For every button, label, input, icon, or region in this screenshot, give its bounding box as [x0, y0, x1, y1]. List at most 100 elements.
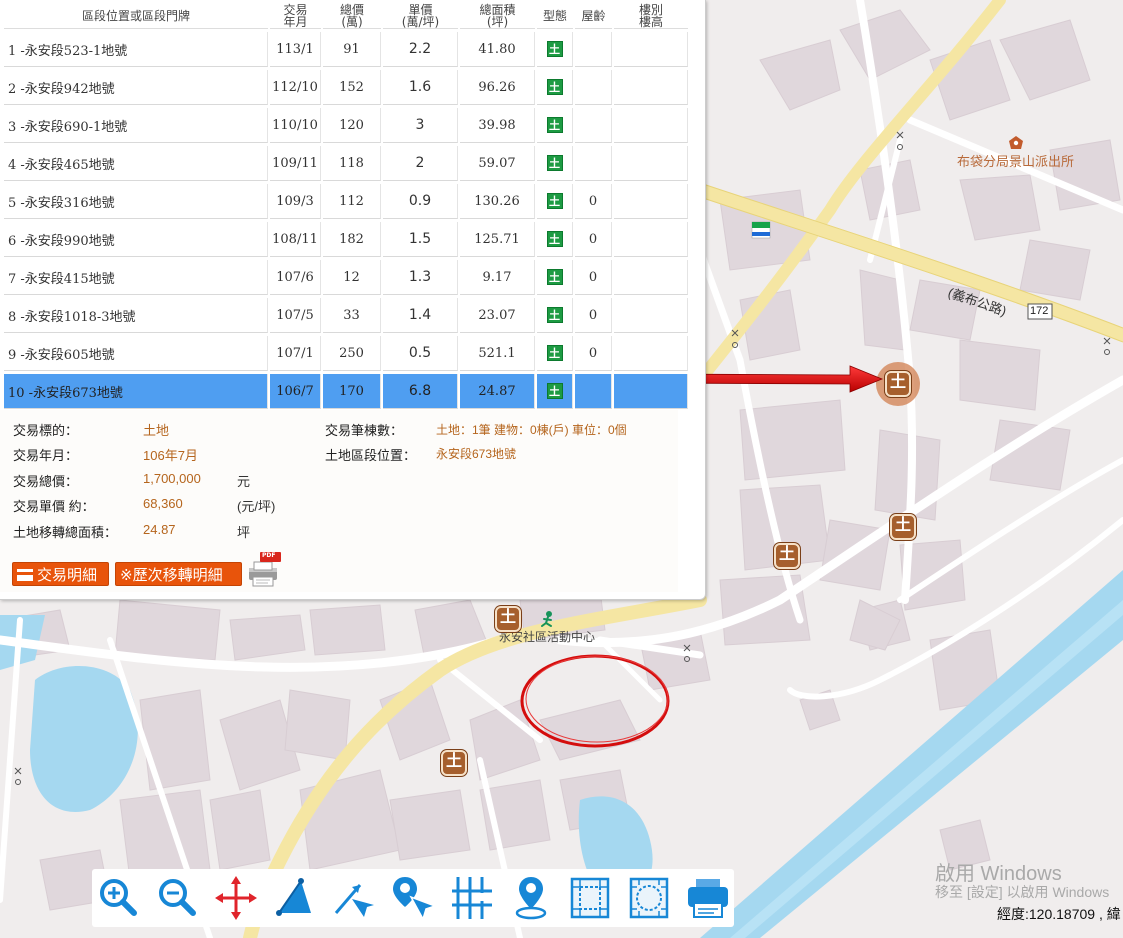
transaction-panel: 區段位置或區段門牌 交易 年月 總價 (萬) 單價 (萬/坪) 總面積 (坪) 型態 屋…	[0, 0, 706, 600]
land-type-icon: 土	[546, 193, 563, 209]
cell-age	[575, 32, 612, 67]
road-grid-icon	[452, 877, 492, 919]
cell-age: 0	[575, 260, 612, 295]
area-label: 土地移轉總面積：	[13, 525, 118, 540]
location-value: 永安段673地號	[436, 447, 517, 461]
unit-price-unit: (元/坪)	[237, 499, 276, 514]
header-type[interactable]: 型態	[537, 3, 573, 29]
triangle-area-icon	[276, 878, 311, 916]
pan-tool[interactable]	[212, 873, 260, 923]
coordinate-readout: 經度:120.18709 , 緯	[997, 906, 1121, 922]
cell-area: 59.07	[460, 146, 535, 181]
extent-circle-icon	[629, 877, 669, 919]
header-unit-price[interactable]: 單價 (萬/坪)	[383, 3, 458, 29]
header-area[interactable]: 總面積 (坪)	[460, 3, 535, 29]
header-floor[interactable]: 樓別 樓高	[614, 3, 688, 29]
land-marker[interactable]: 土	[441, 750, 467, 776]
measure-area-tool[interactable]	[271, 873, 319, 923]
location-label: 土地區段位置：	[325, 448, 417, 463]
cell-floor	[614, 70, 688, 105]
location-tool[interactable]	[507, 873, 555, 923]
area-unit: 坪	[237, 525, 251, 540]
cell-unit-price: 0.5	[383, 336, 458, 371]
transfer-history-button[interactable]: ※歷次移轉明細	[115, 562, 242, 586]
cell-unit-price: 1.5	[383, 222, 458, 257]
measure-distance-tool[interactable]	[330, 873, 378, 923]
cell-date: 112/10	[270, 70, 321, 105]
cell-type: 土	[537, 32, 573, 67]
table-row-selected[interactable]: 10 -永安段673地號 106/7 170 6.8 24.87 土	[4, 374, 688, 409]
table-row[interactable]: 1 -永安段523-1地號 113/1 91 2.2 41.80 土	[4, 32, 688, 67]
cell-date: 113/1	[270, 32, 321, 67]
cell-age: 0	[575, 222, 612, 257]
cell-address: 9 -永安段605地號	[4, 336, 268, 371]
table-row[interactable]: 9 -永安段605地號 107/1 250 0.5 521.1 土 0	[4, 336, 688, 371]
zoom-in-icon	[100, 879, 137, 916]
table-row[interactable]: 7 -永安段415地號 107/6 12 1.3 9.17 土 0	[4, 260, 688, 295]
cell-address: 8 -永安段1018-3地號	[4, 298, 268, 333]
zoom-in-tool[interactable]	[94, 873, 142, 923]
land-marker[interactable]: 土	[495, 606, 521, 632]
cell-type: 土	[537, 336, 573, 371]
unit-price-value: 68,360	[143, 496, 183, 511]
cell-floor	[614, 260, 688, 295]
printer-icon	[688, 879, 728, 918]
cell-area: 521.1	[460, 336, 535, 371]
cell-age	[575, 108, 612, 143]
cell-area: 125.71	[460, 222, 535, 257]
cell-address: 1 -永安段523-1地號	[4, 32, 268, 67]
table-row[interactable]: 3 -永安段690-1地號 110/10 120 3 39.98 土	[4, 108, 688, 143]
cell-unit-price: 1.4	[383, 298, 458, 333]
route-number-label: 172	[1030, 305, 1049, 317]
cell-total: 182	[323, 222, 381, 257]
cell-date: 109/3	[270, 184, 321, 219]
cell-unit-price: 3	[383, 108, 458, 143]
ruler-arrow-icon	[334, 884, 374, 917]
cell-unit-price: 1.3	[383, 260, 458, 295]
point-query-tool[interactable]	[389, 873, 438, 923]
subject-label: 交易標的：	[13, 423, 79, 438]
land-marker[interactable]: 土	[890, 514, 916, 540]
cell-total: 112	[323, 184, 381, 219]
table-row[interactable]: 2 -永安段942地號 112/10 152 1.6 96.26 土	[4, 70, 688, 105]
header-age[interactable]: 屋齡	[575, 3, 612, 29]
print-tool[interactable]	[684, 873, 732, 923]
cell-date: 108/11	[270, 222, 321, 257]
cell-floor	[614, 374, 688, 409]
cell-address: 4 -永安段465地號	[4, 146, 268, 181]
table-row[interactable]: 8 -永安段1018-3地號 107/5 33 1.4 23.07 土 0	[4, 298, 688, 333]
cell-address: 6 -永安段990地號	[4, 222, 268, 257]
circle-extent-tool[interactable]	[625, 873, 673, 923]
header-address[interactable]: 區段位置或區段門牌	[4, 3, 268, 29]
cell-floor	[614, 298, 688, 333]
header-total[interactable]: 總價 (萬)	[323, 3, 381, 29]
table-header-row: 區段位置或區段門牌 交易 年月 總價 (萬) 單價 (萬/坪) 總面積 (坪) 型態 屋…	[4, 3, 688, 29]
table-row[interactable]: 6 -永安段990地號 108/11 182 1.5 125.71 土 0	[4, 222, 688, 257]
extent-square-icon	[570, 877, 610, 919]
cell-address: 2 -永安段942地號	[4, 70, 268, 105]
subject-value: 土地	[143, 423, 170, 438]
cell-unit-price: 2.2	[383, 32, 458, 67]
cell-date: 106/7	[270, 374, 321, 409]
cell-address: 3 -永安段690-1地號	[4, 108, 268, 143]
land-marker[interactable]: 土	[774, 543, 800, 569]
cell-age	[575, 146, 612, 181]
cell-area: 39.98	[460, 108, 535, 143]
map-toolbar	[92, 869, 734, 927]
zoom-out-tool[interactable]	[153, 873, 201, 923]
land-type-icon: 土	[546, 307, 563, 323]
pdf-print-button[interactable]: PDF	[246, 552, 282, 588]
table-row[interactable]: 5 -永安段316地號 109/3 112 0.9 130.26 土 0	[4, 184, 688, 219]
cell-unit-price: 0.9	[383, 184, 458, 219]
table-row[interactable]: 4 -永安段465地號 109/11 118 2 59.07 土	[4, 146, 688, 181]
road-tool[interactable]	[448, 873, 496, 923]
header-date[interactable]: 交易 年月	[270, 3, 321, 29]
land-marker-selected[interactable]: 土	[885, 371, 911, 397]
cell-date: 107/5	[270, 298, 321, 333]
cell-floor	[614, 184, 688, 219]
cell-area: 130.26	[460, 184, 535, 219]
land-type-icon: 土	[546, 117, 563, 133]
cell-date: 110/10	[270, 108, 321, 143]
transaction-details-button[interactable]: 交易明細	[12, 562, 109, 586]
full-extent-tool[interactable]	[566, 873, 614, 923]
